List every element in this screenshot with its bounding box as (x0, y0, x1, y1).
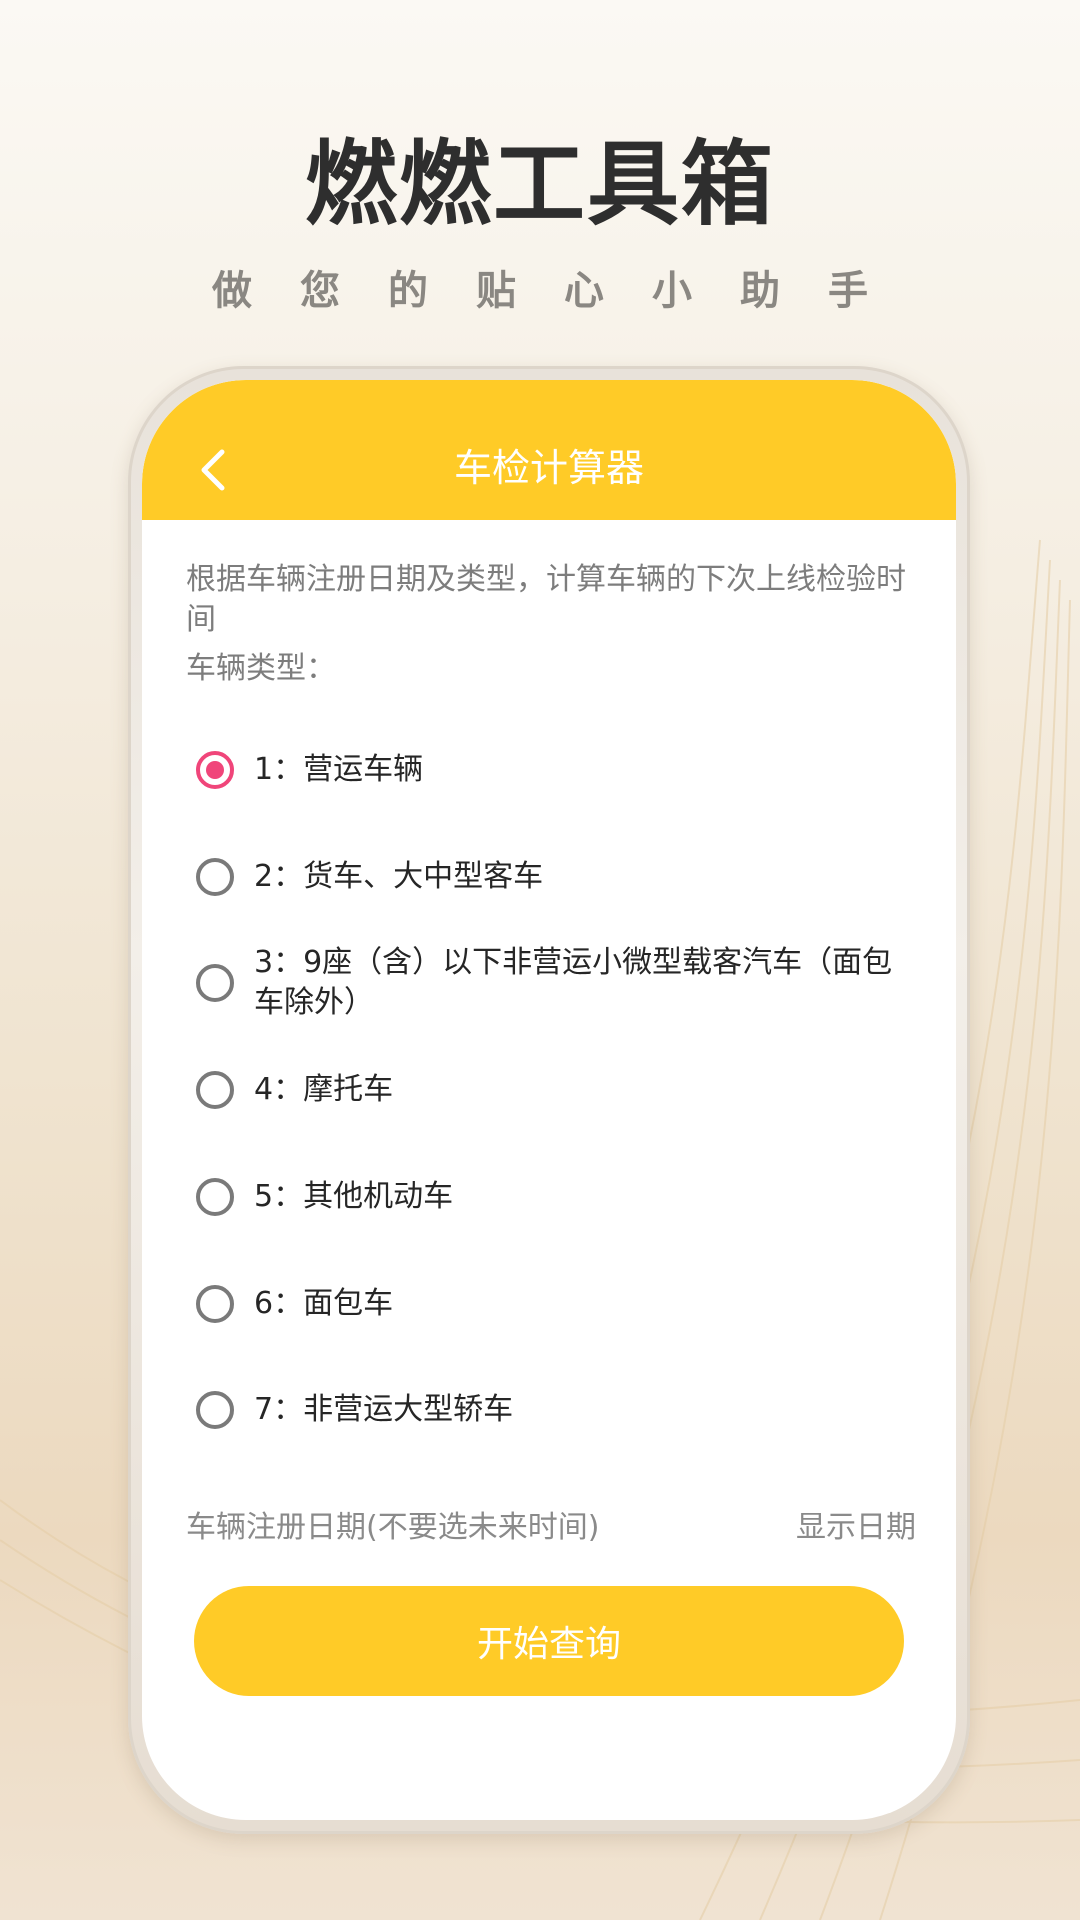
radio-option-label: 5：其他机动车 (254, 1179, 454, 1214)
radio-option-label: 1：营运车辆 (254, 752, 424, 787)
start-query-button[interactable]: 开始查询 (194, 1586, 904, 1696)
vehicle-type-label: 车辆类型： (186, 651, 336, 686)
radio-unchecked-icon[interactable] (196, 1391, 234, 1429)
phone-screen: 车检计算器 根据车辆注册日期及类型，计算车辆的下次上线检验时间 车辆类型： 1：… (142, 380, 956, 1820)
app-title: 燃燃工具箱 (304, 131, 775, 238)
radio-option-label: 2：货车、大中型客车 (254, 859, 544, 894)
toolbar-title: 车检计算器 (453, 446, 644, 490)
radio-checked-icon[interactable] (196, 751, 234, 789)
radio-option-1[interactable]: 1：营运车辆 (196, 750, 936, 790)
radio-option-label: 4：摩托车 (254, 1072, 394, 1107)
toolbar: 车检计算器 (142, 380, 956, 520)
radio-option-3[interactable]: 3：9座（含）以下非营运小微型载客汽车（面包车除外） (196, 943, 936, 1023)
radio-option-2[interactable]: 2：货车、大中型客车 (196, 857, 936, 897)
radio-option-label: 7：非营运大型轿车 (254, 1392, 514, 1427)
radio-unchecked-icon[interactable] (196, 1071, 234, 1109)
radio-unchecked-icon[interactable] (196, 1178, 234, 1216)
app-subtitle: 做您的贴心小助手 (212, 268, 916, 314)
radio-unchecked-icon[interactable] (196, 964, 234, 1002)
radio-option-5[interactable]: 5：其他机动车 (196, 1177, 936, 1217)
phone-frame: 车检计算器 根据车辆注册日期及类型，计算车辆的下次上线检验时间 车辆类型： 1：… (128, 366, 970, 1834)
radio-unchecked-icon[interactable] (196, 1285, 234, 1323)
radio-option-7[interactable]: 7：非营运大型轿车 (196, 1390, 936, 1430)
description-text: 根据车辆注册日期及类型，计算车辆的下次上线检验时间 (186, 562, 906, 637)
radio-option-6[interactable]: 6：面包车 (196, 1284, 936, 1324)
registration-date-row: 车辆注册日期(不要选未来时间) 显示日期 (186, 1502, 916, 1546)
date-picker-trigger[interactable]: 显示日期 (796, 1502, 916, 1546)
radio-option-label: 6：面包车 (254, 1286, 394, 1321)
radio-option-4[interactable]: 4：摩托车 (196, 1070, 936, 1110)
radio-option-label: 3：9座（含）以下非营运小微型载客汽车（面包车除外） (254, 945, 893, 1020)
registration-date-label: 车辆注册日期(不要选未来时间) (186, 1510, 600, 1545)
radio-unchecked-icon[interactable] (196, 858, 234, 896)
